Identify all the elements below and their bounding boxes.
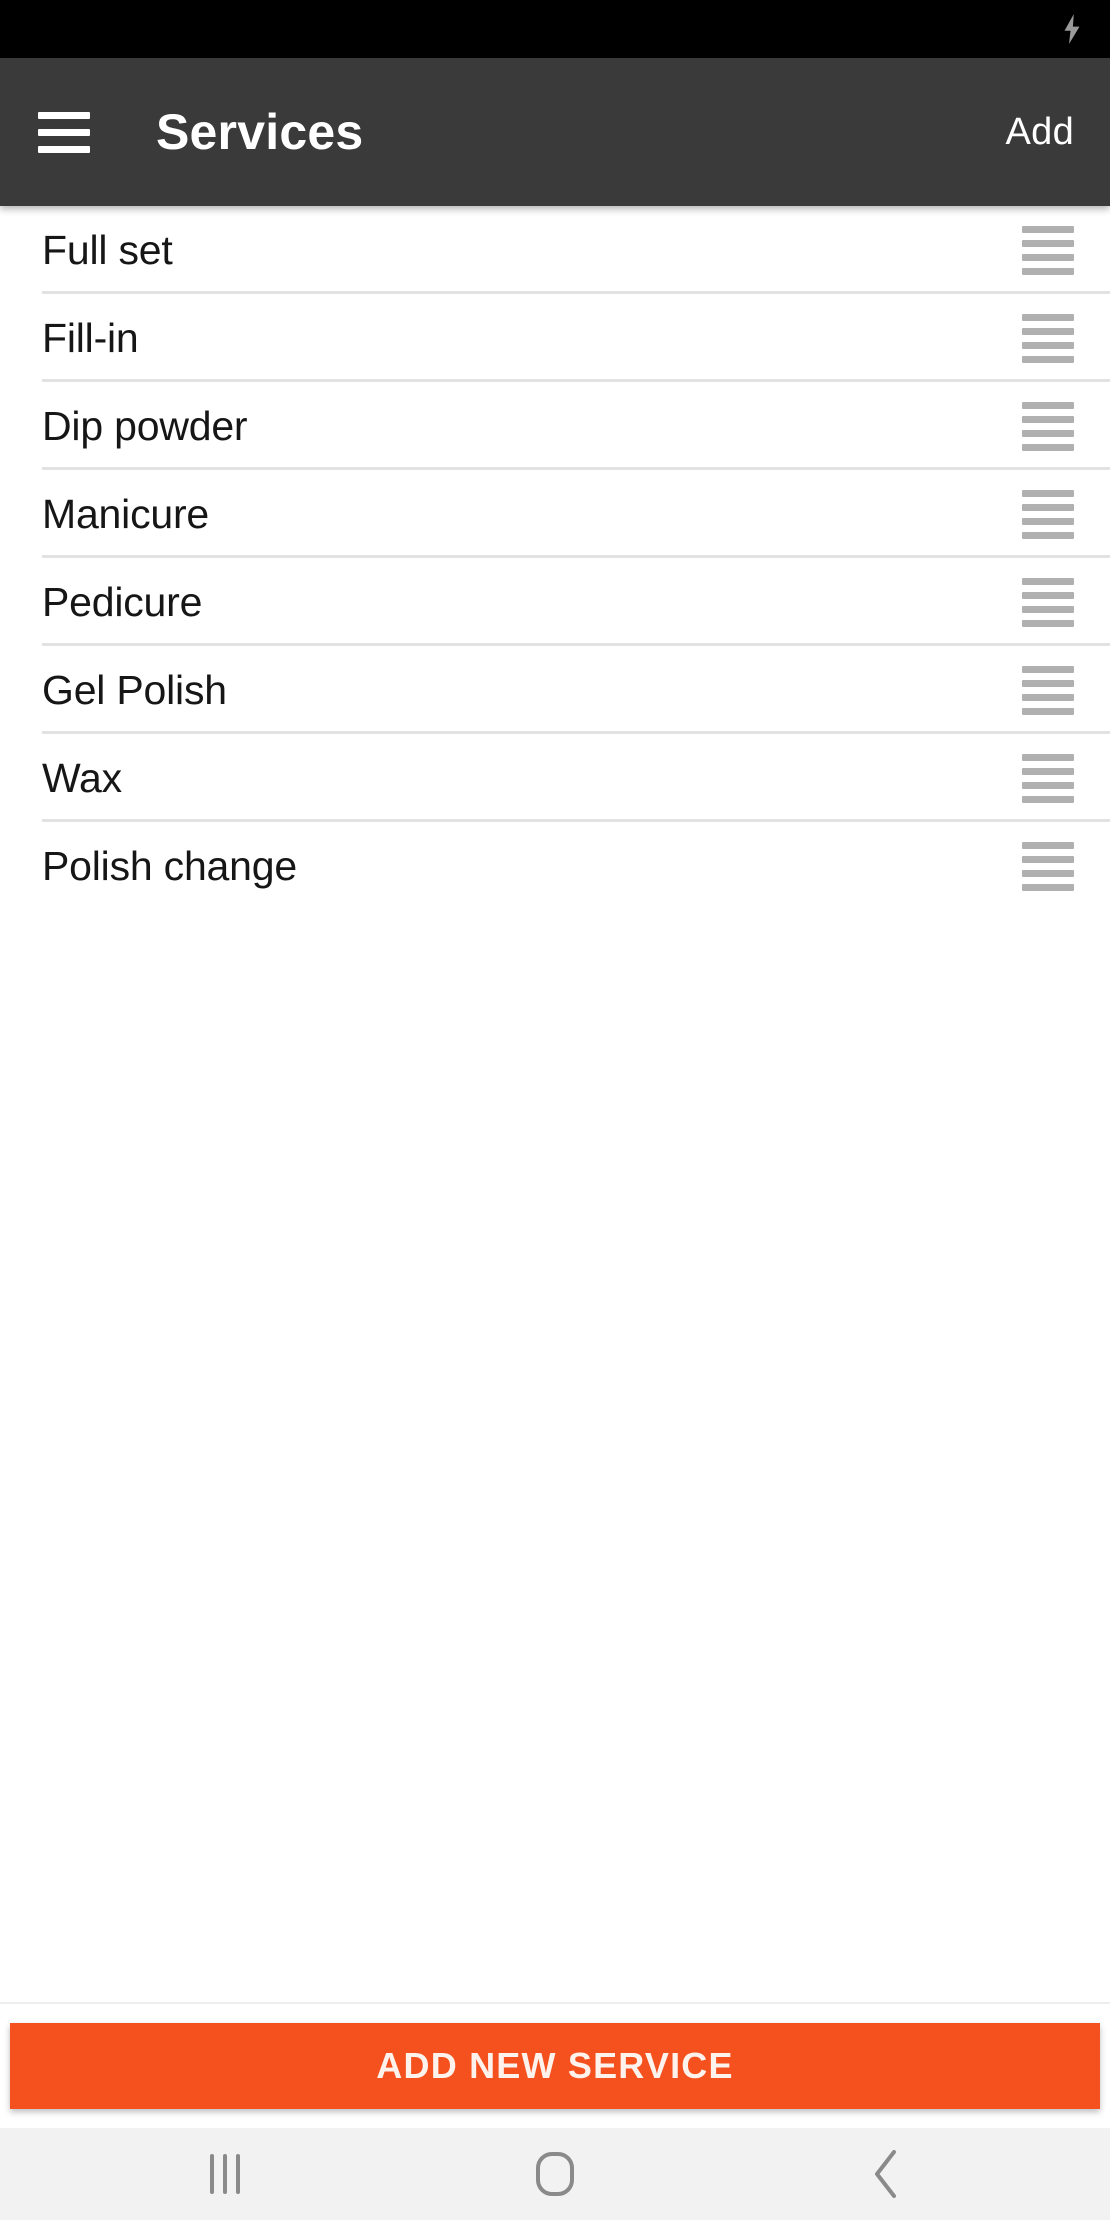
drag-handle-bar <box>1022 443 1074 451</box>
drag-handle-icon[interactable] <box>1022 746 1074 811</box>
drag-handle-bar <box>1022 841 1074 849</box>
service-row[interactable]: Pedicure <box>0 558 1110 646</box>
phone-screen: Services Add Full set Fill-in Dip powder Ma… <box>0 0 1110 2220</box>
back-icon <box>875 2150 896 2198</box>
drag-handle-bar <box>1022 855 1074 863</box>
status-bar-icons <box>1062 14 1082 44</box>
android-nav-bar <box>0 2128 1110 2220</box>
drag-handle-bar <box>1022 795 1074 803</box>
drag-handle-bar <box>1022 341 1074 349</box>
drag-handle-bar <box>1022 355 1074 363</box>
drag-handle-bar <box>1022 225 1074 233</box>
home-button[interactable] <box>495 2128 615 2220</box>
drag-handle-bar <box>1022 253 1074 261</box>
service-row[interactable]: Fill-in <box>0 294 1110 382</box>
drag-handle-bar <box>1022 401 1074 409</box>
hamburger-menu-icon[interactable] <box>38 101 100 163</box>
drag-handle-bar <box>1022 753 1074 761</box>
drag-handle-bar <box>1022 267 1074 275</box>
drag-handle-bar <box>1022 619 1074 627</box>
recents-bar <box>210 2154 214 2194</box>
recents-icon <box>210 2154 240 2194</box>
drag-handle-bar <box>1022 239 1074 247</box>
drag-handle-bar <box>1022 665 1074 673</box>
service-row[interactable]: Wax <box>0 734 1110 822</box>
page-title: Services <box>156 104 364 160</box>
drag-handle-bar <box>1022 429 1074 437</box>
service-name: Full set <box>42 226 173 273</box>
service-name: Manicure <box>42 490 210 537</box>
drag-handle-icon[interactable] <box>1022 482 1074 547</box>
drag-handle-bar <box>1022 883 1074 891</box>
drag-handle-icon[interactable] <box>1022 218 1074 283</box>
cta-area: ADD NEW SERVICE <box>0 2002 1110 2128</box>
drag-handle-bar <box>1022 869 1074 877</box>
drag-handle-bar <box>1022 693 1074 701</box>
back-button[interactable] <box>825 2128 945 2220</box>
add-button[interactable]: Add <box>997 101 1082 164</box>
service-name: Dip powder <box>42 402 248 449</box>
service-row[interactable]: Full set <box>0 206 1110 294</box>
drag-handle-icon[interactable] <box>1022 306 1074 371</box>
drag-handle-bar <box>1022 489 1074 497</box>
drag-handle-bar <box>1022 781 1074 789</box>
drag-handle-bar <box>1022 503 1074 511</box>
drag-handle-icon[interactable] <box>1022 394 1074 459</box>
recents-bar <box>236 2154 240 2194</box>
service-name: Pedicure <box>42 578 203 625</box>
service-row[interactable]: Polish change <box>0 822 1110 910</box>
service-name: Wax <box>42 754 122 801</box>
drag-handle-icon[interactable] <box>1022 834 1074 899</box>
drag-handle-bar <box>1022 415 1074 423</box>
add-new-service-button[interactable]: ADD NEW SERVICE <box>10 2023 1100 2109</box>
service-name: Fill-in <box>42 314 139 361</box>
service-list-area: Full set Fill-in Dip powder Manicure Pedicur… <box>0 206 1110 2002</box>
drag-handle-bar <box>1022 767 1074 775</box>
drag-handle-bar <box>1022 531 1074 539</box>
drag-handle-bar <box>1022 517 1074 525</box>
drag-handle-bar <box>1022 577 1074 585</box>
drag-handle-bar <box>1022 327 1074 335</box>
service-row[interactable]: Manicure <box>0 470 1110 558</box>
recents-button[interactable] <box>165 2128 285 2220</box>
drag-handle-bar <box>1022 591 1074 599</box>
app-bar: Services Add <box>0 58 1110 206</box>
service-row[interactable]: Dip powder <box>0 382 1110 470</box>
hamburger-bar <box>38 128 90 136</box>
drag-handle-bar <box>1022 605 1074 613</box>
service-row[interactable]: Gel Polish <box>0 646 1110 734</box>
recents-bar <box>223 2154 227 2194</box>
drag-handle-icon[interactable] <box>1022 570 1074 635</box>
service-name: Polish change <box>42 842 297 889</box>
drag-handle-bar <box>1022 707 1074 715</box>
service-name: Gel Polish <box>42 666 227 713</box>
charging-bolt-icon <box>1064 14 1080 44</box>
drag-handle-bar <box>1022 679 1074 687</box>
hamburger-bar <box>38 145 90 153</box>
drag-handle-bar <box>1022 313 1074 321</box>
drag-handle-icon[interactable] <box>1022 658 1074 723</box>
home-icon <box>536 2152 574 2196</box>
status-bar <box>0 0 1110 58</box>
service-list: Full set Fill-in Dip powder Manicure Pedicur… <box>0 206 1110 910</box>
hamburger-bar <box>38 111 90 119</box>
